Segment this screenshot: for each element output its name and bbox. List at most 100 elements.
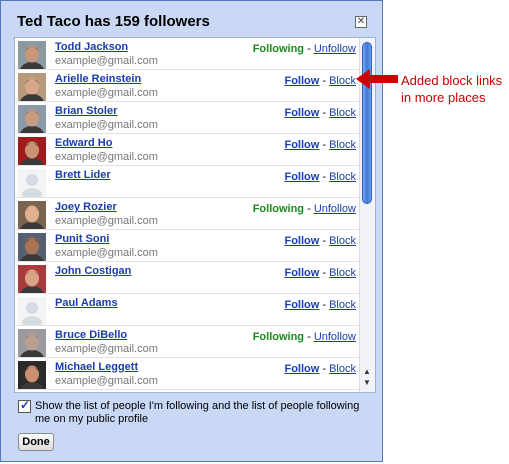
annotation-text: Added block links in more places bbox=[401, 73, 503, 105]
follower-email: example@gmail.com bbox=[55, 119, 158, 131]
follower-row: Brett Lider Follow - Block bbox=[15, 166, 360, 198]
separator: - bbox=[304, 43, 314, 55]
public-profile-checkbox[interactable]: ✓ bbox=[18, 398, 31, 413]
follower-email: example@gmail.com bbox=[55, 343, 158, 355]
follower-name-link[interactable]: Punit Soni bbox=[55, 233, 109, 245]
follower-row: Arielle Reinstein example@gmail.com Follow… bbox=[15, 70, 360, 102]
annotation-arrow-icon bbox=[356, 69, 398, 89]
separator: - bbox=[304, 331, 314, 343]
follow-link[interactable]: Follow bbox=[284, 235, 319, 247]
close-icon[interactable]: ✕ bbox=[355, 16, 367, 28]
separator: - bbox=[319, 171, 330, 183]
separator: - bbox=[319, 235, 330, 247]
block-link[interactable]: Block bbox=[329, 107, 356, 119]
follower-name-link[interactable]: Brian Stoler bbox=[55, 105, 117, 117]
follower-actions: Follow - Block bbox=[284, 171, 356, 183]
unfollow-link[interactable]: Unfollow bbox=[314, 43, 356, 55]
separator: - bbox=[319, 139, 330, 151]
follower-row: Edward Ho example@gmail.com Follow - Block bbox=[15, 134, 360, 166]
avatar[interactable] bbox=[18, 329, 46, 357]
default-avatar-icon[interactable] bbox=[18, 297, 46, 325]
block-link[interactable]: Block bbox=[329, 299, 356, 311]
follower-row: Bruce DiBello example@gmail.com Following … bbox=[15, 326, 360, 358]
block-link[interactable]: Block bbox=[329, 171, 356, 183]
follower-row: Todd Jackson example@gmail.com Following -… bbox=[15, 38, 360, 70]
follow-link[interactable]: Follow bbox=[284, 75, 319, 87]
follower-row: Punit Soni example@gmail.com Follow - Bloc… bbox=[15, 230, 360, 262]
follow-link[interactable]: Follow bbox=[284, 299, 319, 311]
default-avatar-icon[interactable] bbox=[18, 169, 46, 197]
follower-name-link[interactable]: Todd Jackson bbox=[55, 41, 128, 53]
follow-link[interactable]: Follow bbox=[284, 139, 319, 151]
public-profile-checkbox-label: Show the list of people I'm following an… bbox=[35, 400, 360, 425]
avatar[interactable] bbox=[18, 233, 46, 261]
checkmark-icon: ✓ bbox=[20, 398, 31, 412]
follower-actions: Follow - Block bbox=[284, 363, 356, 375]
follower-name-link[interactable]: Michael Leggett bbox=[55, 361, 138, 373]
follower-name-link[interactable]: Bruce DiBello bbox=[55, 329, 127, 341]
follower-actions: Following - Unfollow bbox=[253, 43, 356, 55]
separator: - bbox=[319, 267, 330, 279]
follower-actions: Follow - Block bbox=[284, 107, 356, 119]
follower-actions: Following - Unfollow bbox=[253, 203, 356, 215]
scroll-down-arrow-icon[interactable]: ▼ bbox=[361, 378, 373, 388]
follower-row: Michael Leggett example@gmail.com Follow -… bbox=[15, 358, 360, 390]
follow-link[interactable]: Follow bbox=[284, 363, 319, 375]
scrollbar[interactable]: ▲ ▲ ▼ bbox=[359, 38, 375, 392]
follower-actions: Following - Unfollow bbox=[253, 331, 356, 343]
follow-link[interactable]: Follow bbox=[284, 267, 319, 279]
separator: - bbox=[319, 75, 330, 87]
separator: - bbox=[319, 363, 330, 375]
avatar[interactable] bbox=[18, 105, 46, 133]
follower-actions: Follow - Block bbox=[284, 299, 356, 311]
block-link[interactable]: Block bbox=[329, 363, 356, 375]
unfollow-link[interactable]: Unfollow bbox=[314, 203, 356, 215]
follower-row: Brian Stoler example@gmail.com Follow - Bl… bbox=[15, 102, 360, 134]
follower-name-link[interactable]: Edward Ho bbox=[55, 137, 112, 149]
follower-name-link[interactable]: John Costigan bbox=[55, 265, 131, 277]
block-link[interactable]: Block bbox=[329, 139, 356, 151]
avatar[interactable] bbox=[18, 361, 46, 389]
avatar[interactable] bbox=[18, 41, 46, 69]
followers-dialog: Ted Taco has 159 followers ✕ Todd Jackso… bbox=[0, 0, 383, 462]
follower-row: Brian Shihexample@gmail.comFollowing - U… bbox=[15, 390, 360, 392]
avatar[interactable] bbox=[18, 137, 46, 165]
block-link[interactable]: Block bbox=[329, 235, 356, 247]
avatar[interactable] bbox=[18, 201, 46, 229]
following-status: Following bbox=[252, 43, 305, 55]
follower-email: example@gmail.com bbox=[55, 87, 158, 99]
scroll-up-arrow-icon[interactable]: ▲ bbox=[361, 367, 373, 377]
follower-name-link[interactable]: Brett Lider bbox=[55, 169, 111, 181]
followers-rows: Todd Jackson example@gmail.com Following -… bbox=[15, 38, 360, 392]
follower-email: example@gmail.com bbox=[55, 55, 158, 67]
separator: - bbox=[304, 203, 314, 215]
separator: - bbox=[319, 107, 330, 119]
follow-link[interactable]: Follow bbox=[284, 107, 319, 119]
follower-name-link[interactable]: Arielle Reinstein bbox=[55, 73, 141, 85]
follow-link[interactable]: Follow bbox=[284, 171, 319, 183]
scrollbar-thumb[interactable] bbox=[362, 42, 372, 204]
follower-email: example@gmail.com bbox=[55, 151, 158, 163]
separator: - bbox=[319, 299, 330, 311]
follower-actions: Follow - Block bbox=[284, 75, 356, 87]
block-link[interactable]: Block bbox=[329, 267, 356, 279]
follower-row: John Costigan Follow - Block bbox=[15, 262, 360, 294]
following-status: Following bbox=[252, 203, 305, 215]
followers-list[interactable]: Todd Jackson example@gmail.com Following -… bbox=[14, 37, 376, 393]
following-status: Following bbox=[252, 331, 305, 343]
follower-email: example@gmail.com bbox=[55, 375, 158, 387]
avatar[interactable] bbox=[18, 73, 46, 101]
avatar[interactable] bbox=[18, 265, 46, 293]
follower-email: example@gmail.com bbox=[55, 215, 158, 227]
follower-row: Joey Rozier example@gmail.com Following - … bbox=[15, 198, 360, 230]
unfollow-link[interactable]: Unfollow bbox=[314, 331, 356, 343]
follower-actions: Follow - Block bbox=[284, 235, 356, 247]
follower-actions: Follow - Block bbox=[284, 267, 356, 279]
block-link[interactable]: Block bbox=[329, 75, 356, 87]
done-button[interactable]: Done bbox=[18, 433, 54, 451]
follower-email: example@gmail.com bbox=[55, 247, 158, 259]
follower-name-link[interactable]: Joey Rozier bbox=[55, 201, 117, 213]
follower-actions: Follow - Block bbox=[284, 139, 356, 151]
follower-row: Paul Adams Follow - Block bbox=[15, 294, 360, 326]
follower-name-link[interactable]: Paul Adams bbox=[55, 297, 118, 309]
